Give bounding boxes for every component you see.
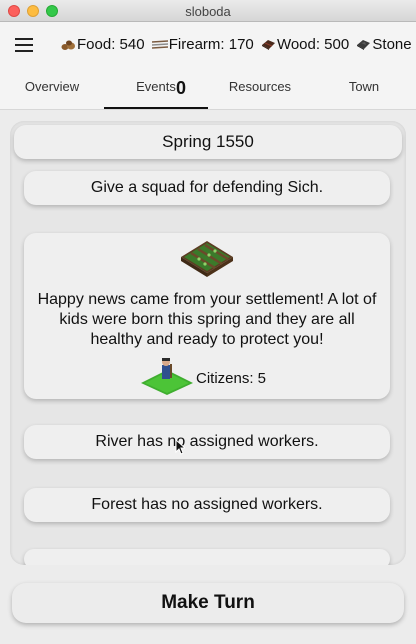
resource-stone-label: Stone — [372, 36, 412, 53]
resource-firearm: Firearm: 170 — [151, 36, 254, 53]
window-title-bar: sloboda — [0, 0, 416, 22]
resource-firearm-label: Firearm: 170 — [168, 36, 254, 53]
resource-wood: Wood: 500 — [261, 36, 349, 53]
next-card-partial — [24, 549, 390, 565]
citizens-count: Citizens: 5 — [196, 370, 267, 387]
events-list[interactable]: Spring 1550 Give a squad for defending S… — [10, 121, 406, 565]
tab-bar: Overview Events Resources Town — [0, 70, 416, 110]
quest-card[interactable]: Give a squad for defending Sich. — [24, 171, 390, 205]
farm-field-icon — [181, 241, 233, 277]
window-title: sloboda — [185, 4, 231, 19]
make-turn-button[interactable]: Make Turn — [12, 583, 404, 623]
event-message: Happy news came from your settlement! A … — [37, 291, 377, 348]
hamburger-menu-icon[interactable] — [15, 38, 33, 52]
tab-events[interactable]: Events — [104, 70, 208, 109]
resource-stone: Stone — [356, 36, 412, 53]
season-card: Spring 1550 — [14, 125, 402, 159]
events-count-badge: 0 — [176, 78, 187, 98]
citizen-icon — [141, 358, 193, 395]
stone-icon — [357, 40, 371, 50]
resource-food: Food: 540 — [61, 36, 145, 53]
tab-town[interactable]: Town — [312, 70, 416, 109]
wood-icon — [261, 40, 275, 50]
resource-list: Food: 540 Firearm: 170 Wood: 500 Stone — [61, 36, 416, 56]
event-footer: Citizens: 5 — [24, 358, 390, 400]
resource-bar: Food: 540 Firearm: 170 Wood: 500 Stone — [0, 22, 416, 70]
mouse-cursor-icon — [175, 439, 185, 455]
tab-resources[interactable]: Resources — [208, 70, 312, 109]
tab-overview[interactable]: Overview — [0, 70, 104, 109]
river-notice-card[interactable]: River has no assigned workers. — [24, 425, 390, 459]
firearm-icon — [151, 40, 168, 49]
resource-food-label: Food: 540 — [77, 36, 145, 53]
forest-notice-card[interactable]: Forest has no assigned workers. — [24, 488, 390, 522]
event-card: Happy news came from your settlement! A … — [24, 233, 390, 399]
food-icon — [61, 40, 75, 50]
resource-wood-label: Wood: 500 — [276, 36, 350, 53]
